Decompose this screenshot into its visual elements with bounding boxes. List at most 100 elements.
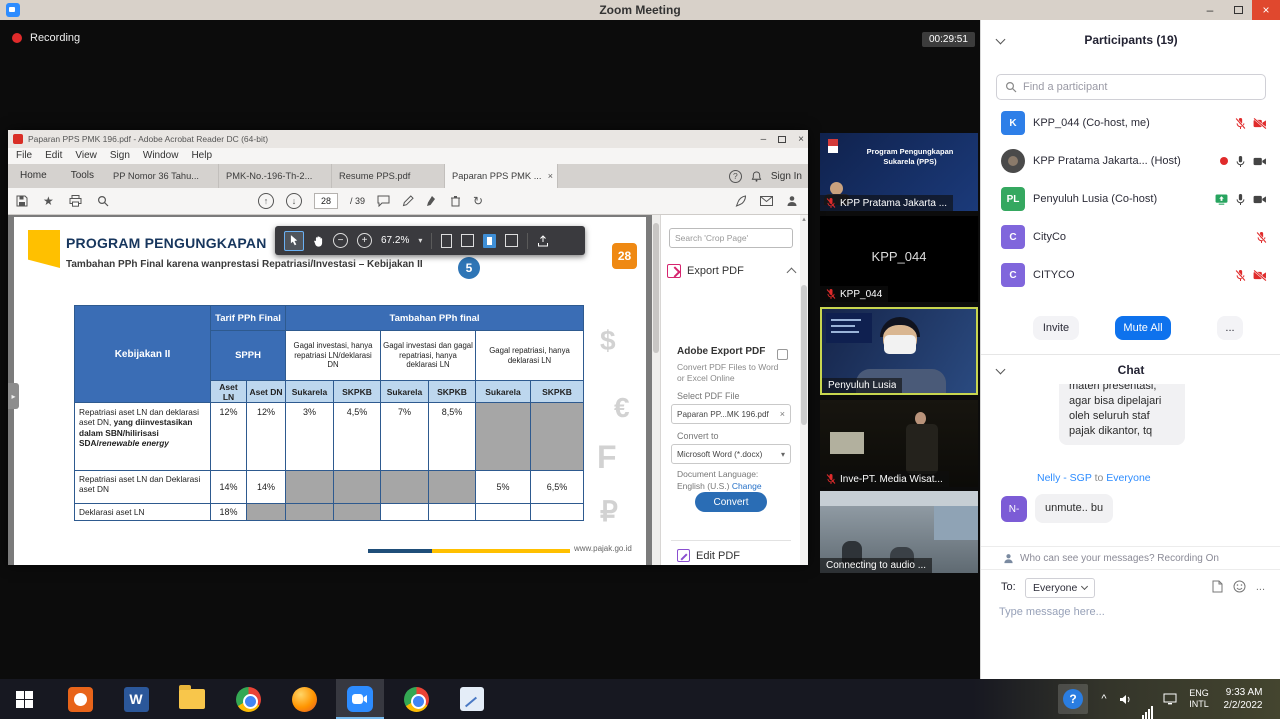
share-upload-icon[interactable] (537, 235, 549, 247)
fit-page-icon[interactable] (461, 234, 474, 247)
taskbar-editor[interactable] (448, 679, 496, 719)
document-scrollbar[interactable] (652, 215, 660, 565)
start-button[interactable] (0, 679, 48, 719)
previous-page-icon[interactable]: ↑ (258, 193, 274, 209)
sender-name[interactable]: Nelly - SGP (1037, 472, 1092, 484)
language-indicator[interactable]: ENGINTL (1182, 688, 1216, 711)
save-icon[interactable] (16, 195, 28, 207)
participant-row[interactable]: PL Penyuluh Lusia (Co-host) (981, 184, 1280, 214)
video-tile-penyuluh-lusia-active-speaker[interactable]: Penyuluh Lusia (820, 307, 978, 395)
account-person-icon[interactable] (786, 195, 798, 207)
doc-tab-paparan-pps-active[interactable]: Paparan PPS PMK ... × (445, 164, 558, 188)
scrollbar-thumb[interactable] (653, 223, 659, 353)
video-tile-inve-pt-media[interactable]: Inve-PT. Media Wisat... (820, 400, 978, 487)
fit-width-icon-active[interactable] (483, 234, 496, 248)
search-input[interactable] (1023, 81, 1257, 93)
help-icon[interactable]: ? (729, 170, 742, 183)
notifications-bell-icon[interactable] (751, 171, 762, 182)
change-language-link[interactable]: Change (732, 481, 762, 491)
scroll-up-icon[interactable]: ▴ (800, 215, 808, 223)
tray-expand-icon[interactable]: ^ (1094, 693, 1114, 705)
share-icon[interactable] (777, 349, 788, 360)
comment-icon[interactable] (377, 195, 390, 207)
video-tile-kpp-pratama[interactable]: Program PengungkapanSukarela (PPS) KPP P… (820, 133, 978, 211)
acrobat-restore-button[interactable] (778, 136, 786, 143)
privacy-text[interactable]: Who can see your messages? Recording On (1020, 553, 1219, 564)
favorites-star-icon[interactable]: ★ (43, 195, 54, 207)
tray-clock[interactable]: 9:33 AM2/2/2022 (1216, 686, 1280, 712)
page-number-input[interactable]: 28 (314, 193, 338, 209)
edit-pdf-row[interactable]: Edit PDF (677, 549, 740, 562)
invite-button[interactable]: Invite (1033, 316, 1079, 340)
video-tile-kpp-044[interactable]: KPP_044 KPP_044 (820, 216, 978, 302)
doc-tab-resume-pps[interactable]: Resume PPS.pdf (332, 164, 445, 188)
taskbar-media-app[interactable] (56, 679, 104, 719)
video-tile-connecting-audio[interactable]: Connecting to audio ... (820, 491, 978, 573)
email-envelope-icon[interactable] (760, 196, 773, 206)
menu-sign[interactable]: Sign (110, 148, 130, 164)
taskbar-firefox[interactable] (280, 679, 328, 719)
acrobat-minimize-button[interactable]: – (761, 134, 767, 145)
recipient-dropdown[interactable]: Everyone (1025, 578, 1095, 598)
search-icon[interactable] (97, 195, 109, 207)
restore-button[interactable] (1224, 0, 1252, 20)
pencil-icon[interactable] (402, 195, 414, 207)
participant-search[interactable] (996, 74, 1266, 100)
acrobat-close-button[interactable]: × (798, 134, 804, 145)
zoom-in-icon[interactable]: + (357, 233, 372, 248)
pc-network-icon[interactable] (1158, 693, 1182, 705)
close-button[interactable]: × (1252, 0, 1280, 20)
taskbar-chrome[interactable] (224, 679, 272, 719)
doc-tab-pp-nomor-36[interactable]: PP Nomor 36 Tahu... (106, 164, 219, 188)
nav-pane-toggle[interactable]: ▸ (8, 383, 19, 409)
select-tool-icon[interactable] (284, 231, 304, 251)
participant-row[interactable]: C CityCo (981, 222, 1280, 252)
taskbar-zoom-active[interactable] (336, 679, 384, 719)
hand-tool-icon[interactable] (313, 235, 324, 247)
format-dropdown[interactable]: Microsoft Word (*.docx) ▾ (671, 444, 791, 464)
tab-tools[interactable]: Tools (59, 164, 106, 188)
next-page-icon[interactable]: ↓ (286, 193, 302, 209)
quill-sign-icon[interactable] (735, 195, 747, 207)
delete-trash-icon[interactable] (450, 195, 461, 207)
zoom-out-icon[interactable]: − (333, 233, 348, 248)
fill-sign-pen-icon[interactable] (426, 195, 438, 207)
doc-tab-pmk-196[interactable]: PMK-No.-196-Th-2... (219, 164, 332, 188)
participant-row[interactable]: K KPP_044 (Co-host, me) (981, 108, 1280, 138)
participant-row[interactable]: KPP Pratama Jakarta... (Host) (981, 146, 1280, 176)
minimize-button[interactable]: – (1196, 0, 1224, 20)
taskbar-word[interactable]: W (112, 679, 160, 719)
zoom-dropdown-icon[interactable]: ▾ (418, 236, 422, 245)
file-attach-icon[interactable] (1212, 580, 1223, 593)
menu-help[interactable]: Help (191, 148, 212, 164)
scrollbar-thumb[interactable] (801, 285, 807, 425)
remove-file-icon[interactable]: × (780, 409, 785, 419)
menu-file[interactable]: File (16, 148, 32, 164)
participant-row[interactable]: C CITYCO (981, 260, 1280, 290)
export-pdf-row[interactable]: Export PDF (667, 258, 795, 284)
mute-all-button[interactable]: Mute All (1115, 316, 1171, 340)
tab-home[interactable]: Home (8, 164, 59, 188)
tray-help-app[interactable]: ? (1058, 684, 1088, 714)
print-icon[interactable] (69, 195, 82, 207)
menu-view[interactable]: View (75, 148, 97, 164)
single-page-view-icon[interactable] (441, 234, 452, 248)
zoom-level[interactable]: 67.2% (381, 235, 409, 246)
menu-window[interactable]: Window (143, 148, 179, 164)
selected-file-pill[interactable]: Paparan PP...MK 196.pdf × (671, 404, 791, 424)
tools-search-input[interactable] (669, 228, 793, 248)
sign-in-button[interactable]: Sign In (771, 171, 802, 182)
chat-history[interactable]: materi presentasi, agar bisa dipelajari … (981, 384, 1280, 464)
panel-scrollbar[interactable]: ▴ (800, 215, 808, 565)
taskbar-browser-2[interactable] (392, 679, 440, 719)
chat-more-options[interactable]: ... (1256, 581, 1265, 593)
network-signal-icon[interactable] (1136, 679, 1158, 719)
tab-close-icon[interactable]: × (548, 164, 553, 188)
chat-message-input[interactable] (999, 606, 1249, 618)
volume-icon[interactable] (1114, 694, 1136, 705)
refresh-icon[interactable]: ↻ (473, 195, 483, 207)
menu-edit[interactable]: Edit (45, 148, 62, 164)
emoji-icon[interactable] (1233, 580, 1246, 593)
collapse-chevron-icon[interactable] (787, 268, 797, 278)
convert-button[interactable]: Convert (695, 492, 767, 512)
